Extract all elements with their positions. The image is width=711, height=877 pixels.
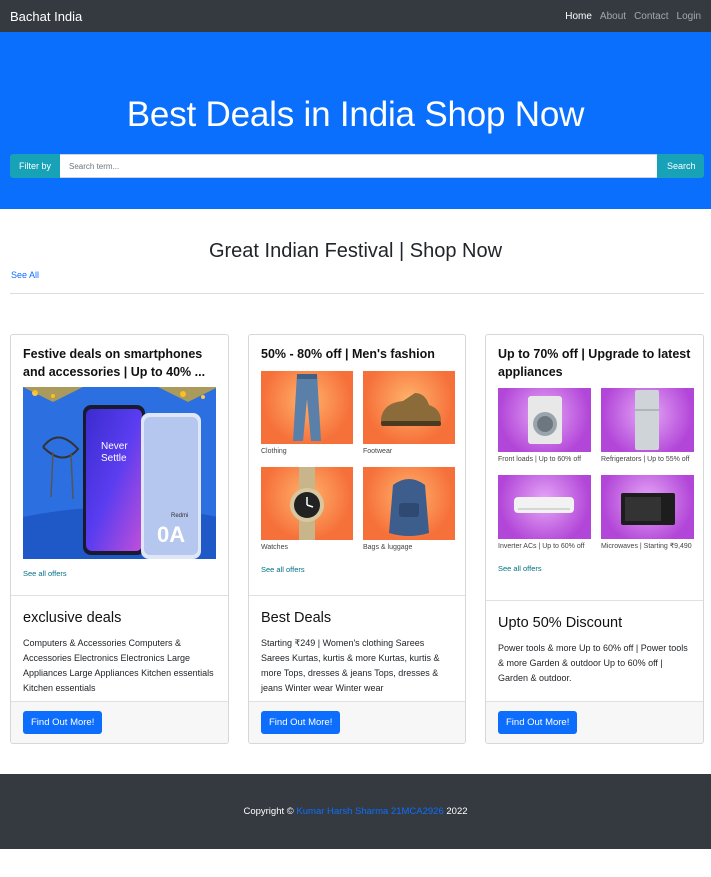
see-all-link[interactable]: See All: [11, 270, 39, 280]
ad-banner[interactable]: Up to 70% off | Upgrade to latest applia…: [486, 335, 703, 600]
card-body: Upto 50% Discount Power tools & more Up …: [486, 600, 703, 686]
bag-image: [363, 466, 455, 540]
watch-image: [261, 466, 353, 540]
section-title: Great Indian Festival | Shop Now: [208, 240, 503, 262]
card-text: Power tools & more Up to 60% off | Power…: [498, 643, 688, 683]
brand-link[interactable]: Bachat India: [10, 9, 82, 24]
card-title: Best Deals: [261, 610, 332, 626]
category-tile-bags[interactable]: Bags & luggage: [363, 466, 455, 563]
find-out-more-button[interactable]: Find Out More!: [498, 711, 578, 734]
air-conditioner-image: [498, 475, 591, 539]
refrigerator-image: [601, 388, 694, 452]
card-footer: Find Out More!: [11, 701, 228, 743]
ad-title: Festive deals on smartphones and accesso…: [23, 347, 206, 379]
category-tiles: Clothing Footwear Watches Bags & luggage: [261, 370, 455, 563]
category-tile-watches[interactable]: Watches: [261, 466, 353, 563]
ad-banner[interactable]: 50% - 80% off | Men's fashion Clothing F…: [249, 335, 465, 595]
appliance-tiles: Front loads | Up to 60% off Refrigerator…: [498, 388, 694, 562]
washing-machine-image: [498, 388, 591, 452]
copyright-year: 2022: [446, 806, 468, 817]
card-text: Starting ₹249 | Women's clothing Sarees …: [261, 638, 440, 693]
appliance-tile-front-loads[interactable]: Front loads | Up to 60% off: [498, 388, 591, 475]
phone-slogan-2: Settle: [101, 453, 127, 464]
author-link[interactable]: Kumar Harsh Sharma 21MCA2926: [296, 806, 443, 817]
jeans-image: [261, 370, 353, 444]
divider: [10, 293, 704, 294]
deal-card-3: Up to 70% off | Upgrade to latest applia…: [485, 334, 704, 744]
category-tile-footwear[interactable]: Footwear: [363, 370, 455, 467]
smartphone-image: 0A Redmi Never Settle: [23, 387, 216, 559]
tile-label: Inverter ACs | Up to 60% off: [498, 543, 585, 550]
copyright-text: Copyright ©: [243, 806, 294, 817]
ad-title: Up to 70% off | Upgrade to latest applia…: [498, 347, 691, 379]
ad-banner[interactable]: Festive deals on smartphones and accesso…: [11, 335, 228, 595]
deal-card-2: 50% - 80% off | Men's fashion Clothing F…: [248, 334, 466, 744]
tile-label: Microwaves | Starting ₹9,490: [601, 543, 692, 550]
hero-title: Best Deals in India Shop Now: [126, 95, 585, 134]
search-input[interactable]: [60, 154, 657, 178]
search-group: Filter by Search: [10, 154, 704, 178]
card-text: Computers & Accessories Computers & Acce…: [23, 638, 214, 693]
category-tile-clothing[interactable]: Clothing: [261, 370, 353, 467]
see-all-offers-link[interactable]: See all offers: [261, 565, 453, 574]
find-out-more-button[interactable]: Find Out More!: [23, 711, 103, 734]
nav-contact[interactable]: Contact: [634, 11, 668, 22]
nav-about[interactable]: About: [600, 11, 626, 22]
tile-label: Front loads | Up to 60% off: [498, 456, 582, 463]
tile-label: Clothing: [261, 447, 287, 455]
card-body: Best Deals Starting ₹249 | Women's cloth…: [249, 595, 465, 696]
navbar: Bachat India Home About Contact Login: [0, 0, 711, 32]
tile-label: Refrigerators | Up to 55% off: [601, 456, 690, 463]
hero-banner: Best Deals in India Shop Now Filter by S…: [0, 32, 711, 209]
card-footer: Find Out More!: [486, 701, 703, 743]
deal-card-1: Festive deals on smartphones and accesso…: [10, 334, 229, 744]
filter-button[interactable]: Filter by: [10, 154, 61, 178]
phone-brand-text: Redmi: [171, 513, 188, 519]
card-title: exclusive deals: [23, 610, 122, 626]
find-out-more-button[interactable]: Find Out More!: [261, 711, 341, 734]
card-title: Upto 50% Discount: [498, 615, 623, 631]
nav-home[interactable]: Home: [565, 11, 592, 22]
nav-login[interactable]: Login: [677, 11, 701, 22]
see-all-offers-link[interactable]: See all offers: [498, 564, 691, 573]
microwave-image: [601, 475, 694, 539]
appliance-tile-microwaves[interactable]: Microwaves | Starting ₹9,490: [601, 475, 694, 562]
tile-label: Watches: [261, 543, 288, 551]
nav-links: Home About Contact Login: [565, 11, 701, 22]
ad-title: 50% - 80% off | Men's fashion: [261, 347, 435, 361]
appliance-tile-refrigerators[interactable]: Refrigerators | Up to 55% off: [601, 388, 694, 475]
search-button[interactable]: Search: [657, 154, 704, 178]
tile-label: Footwear: [363, 447, 393, 455]
phone-model-text: 0A: [157, 522, 185, 547]
appliance-tile-inverter-acs[interactable]: Inverter ACs | Up to 60% off: [498, 475, 591, 562]
shoe-image: [363, 370, 455, 444]
card-footer: Find Out More!: [249, 701, 465, 743]
tile-label: Bags & luggage: [363, 543, 413, 551]
phone-slogan-1: Never: [101, 441, 128, 452]
footer: Copyright © Kumar Harsh Sharma 21MCA2926…: [0, 774, 711, 849]
card-body: exclusive deals Computers & Accessories …: [11, 595, 228, 696]
see-all-offers-link[interactable]: See all offers: [23, 569, 216, 578]
